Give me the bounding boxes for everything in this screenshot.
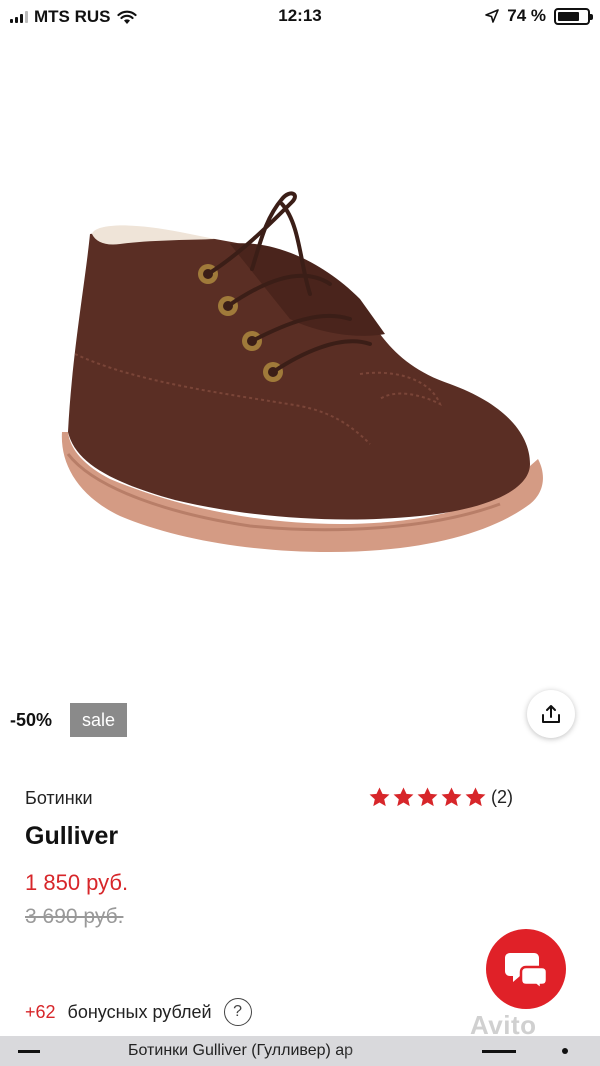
location-arrow-icon <box>485 9 500 23</box>
help-icon[interactable]: ? <box>223 998 252 1026</box>
bonus-text: бонусных рублей <box>67 1001 212 1022</box>
sale-badge: sale <box>70 703 127 737</box>
star-icon <box>441 787 462 807</box>
rating-stars <box>368 786 487 809</box>
bottom-dot <box>562 1048 568 1054</box>
bonus-amount: +62 <box>25 1001 56 1022</box>
product-rating[interactable]: (2) <box>368 786 513 809</box>
bottom-bar: Ботинки Gulliver (Гулливер) ар <box>0 1036 600 1066</box>
bonus-row: +62 бонусных рублей ? <box>25 998 252 1026</box>
discount-label: -50% <box>10 710 53 730</box>
status-right: 74 % <box>485 6 593 26</box>
battery-percent: 74 % <box>507 6 546 25</box>
chat-button[interactable] <box>486 929 566 1009</box>
star-icon <box>369 787 390 807</box>
battery-fill <box>558 11 579 21</box>
product-image[interactable] <box>0 34 600 764</box>
product-brand: Gulliver <box>25 822 119 850</box>
star-icon <box>465 787 486 807</box>
chat-bubble-icon <box>505 953 548 989</box>
product-category: Ботинки <box>25 788 93 808</box>
price-current: 1 850 руб. <box>25 870 129 895</box>
share-icon <box>542 705 560 723</box>
bottom-right-handle[interactable] <box>482 1050 516 1053</box>
price-old: 3 690 руб. <box>25 905 124 928</box>
bottom-left-handle[interactable] <box>18 1050 40 1053</box>
share-button[interactable] <box>527 690 575 738</box>
status-bar: MTS RUS 12:13 74 % <box>0 0 600 34</box>
star-icon <box>417 787 438 807</box>
battery-icon <box>554 7 593 25</box>
shoe-image <box>61 191 543 552</box>
star-icon <box>393 787 414 807</box>
rating-count: (2) <box>491 787 513 807</box>
